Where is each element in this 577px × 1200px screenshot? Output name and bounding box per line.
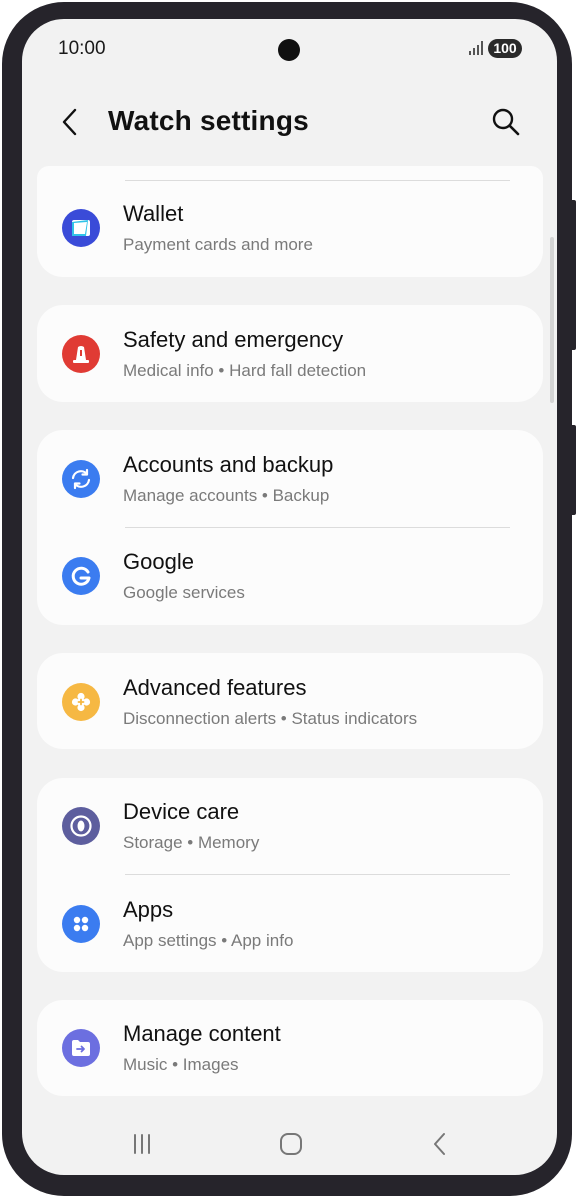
- screen: 10:00 100 Watch settings Wallet Payment …: [22, 19, 557, 1175]
- gear-plus-icon: [62, 683, 100, 721]
- navigation-bar: [22, 1119, 557, 1175]
- device-care-icon: [62, 807, 100, 845]
- item-subtitle: Storage • Memory: [123, 833, 260, 852]
- item-title: Google: [123, 549, 194, 574]
- item-title: Manage content: [123, 1021, 281, 1046]
- settings-group: Advanced features Disconnection alerts •…: [37, 653, 543, 749]
- recents-icon[interactable]: [127, 1129, 157, 1159]
- apps-icon: [62, 905, 100, 943]
- battery-indicator: 100: [488, 39, 522, 58]
- item-subtitle: App settings • App info: [123, 931, 294, 950]
- item-subtitle: Music • Images: [123, 1055, 239, 1074]
- settings-item-device-care[interactable]: Device care Storage • Memory: [37, 778, 543, 876]
- settings-group: Safety and emergency Medical info • Hard…: [37, 305, 543, 402]
- item-subtitle: Disconnection alerts • Status indicators: [123, 709, 418, 728]
- item-subtitle: Manage accounts • Backup: [123, 486, 330, 505]
- app-bar: Watch settings: [22, 95, 557, 155]
- item-subtitle: Google services: [123, 583, 245, 602]
- item-subtitle: Payment cards and more: [123, 235, 313, 254]
- wallet-icon: [62, 209, 100, 247]
- search-icon[interactable]: [490, 106, 522, 138]
- settings-item-manage-content[interactable]: Manage content Music • Images: [37, 1000, 543, 1098]
- settings-group: Device care Storage • Memory Apps App se…: [37, 778, 543, 972]
- scrollbar[interactable]: [550, 237, 554, 403]
- settings-item-accounts[interactable]: Accounts and backup Manage accounts • Ba…: [37, 430, 543, 528]
- settings-item-safety[interactable]: Safety and emergency Medical info • Hard…: [37, 305, 543, 403]
- siren-icon: [62, 335, 100, 373]
- settings-group: Wallet Payment cards and more: [37, 166, 543, 277]
- item-title: Accounts and backup: [123, 452, 334, 477]
- folder-icon: [62, 1029, 100, 1067]
- item-title: Wallet: [123, 201, 184, 226]
- back-arrow-icon[interactable]: [56, 107, 86, 137]
- nav-back-icon[interactable]: [425, 1129, 455, 1159]
- settings-group: Accounts and backup Manage accounts • Ba…: [37, 430, 543, 625]
- settings-item-google[interactable]: Google Google services: [37, 528, 543, 626]
- signal-icon: [469, 41, 483, 55]
- home-icon[interactable]: [276, 1129, 306, 1159]
- camera-cutout: [278, 39, 300, 61]
- settings-item-advanced-features[interactable]: Advanced features Disconnection alerts •…: [37, 653, 543, 751]
- item-title: Device care: [123, 799, 240, 824]
- google-icon: [62, 557, 100, 595]
- status-bar: 10:00 100: [22, 19, 557, 79]
- power-button: [570, 425, 576, 515]
- settings-group: Manage content Music • Images: [37, 1000, 543, 1096]
- sync-icon: [62, 460, 100, 498]
- settings-item-wallet[interactable]: Wallet Payment cards and more: [37, 179, 543, 277]
- status-time: 10:00: [58, 38, 106, 59]
- item-title: Apps: [123, 897, 174, 922]
- settings-item-apps[interactable]: Apps App settings • App info: [37, 875, 543, 973]
- item-subtitle: Medical info • Hard fall detection: [123, 361, 367, 380]
- item-title: Safety and emergency: [123, 327, 344, 352]
- item-title: Advanced features: [123, 675, 307, 700]
- volume-button: [570, 200, 576, 350]
- page-title: Watch settings: [108, 105, 309, 136]
